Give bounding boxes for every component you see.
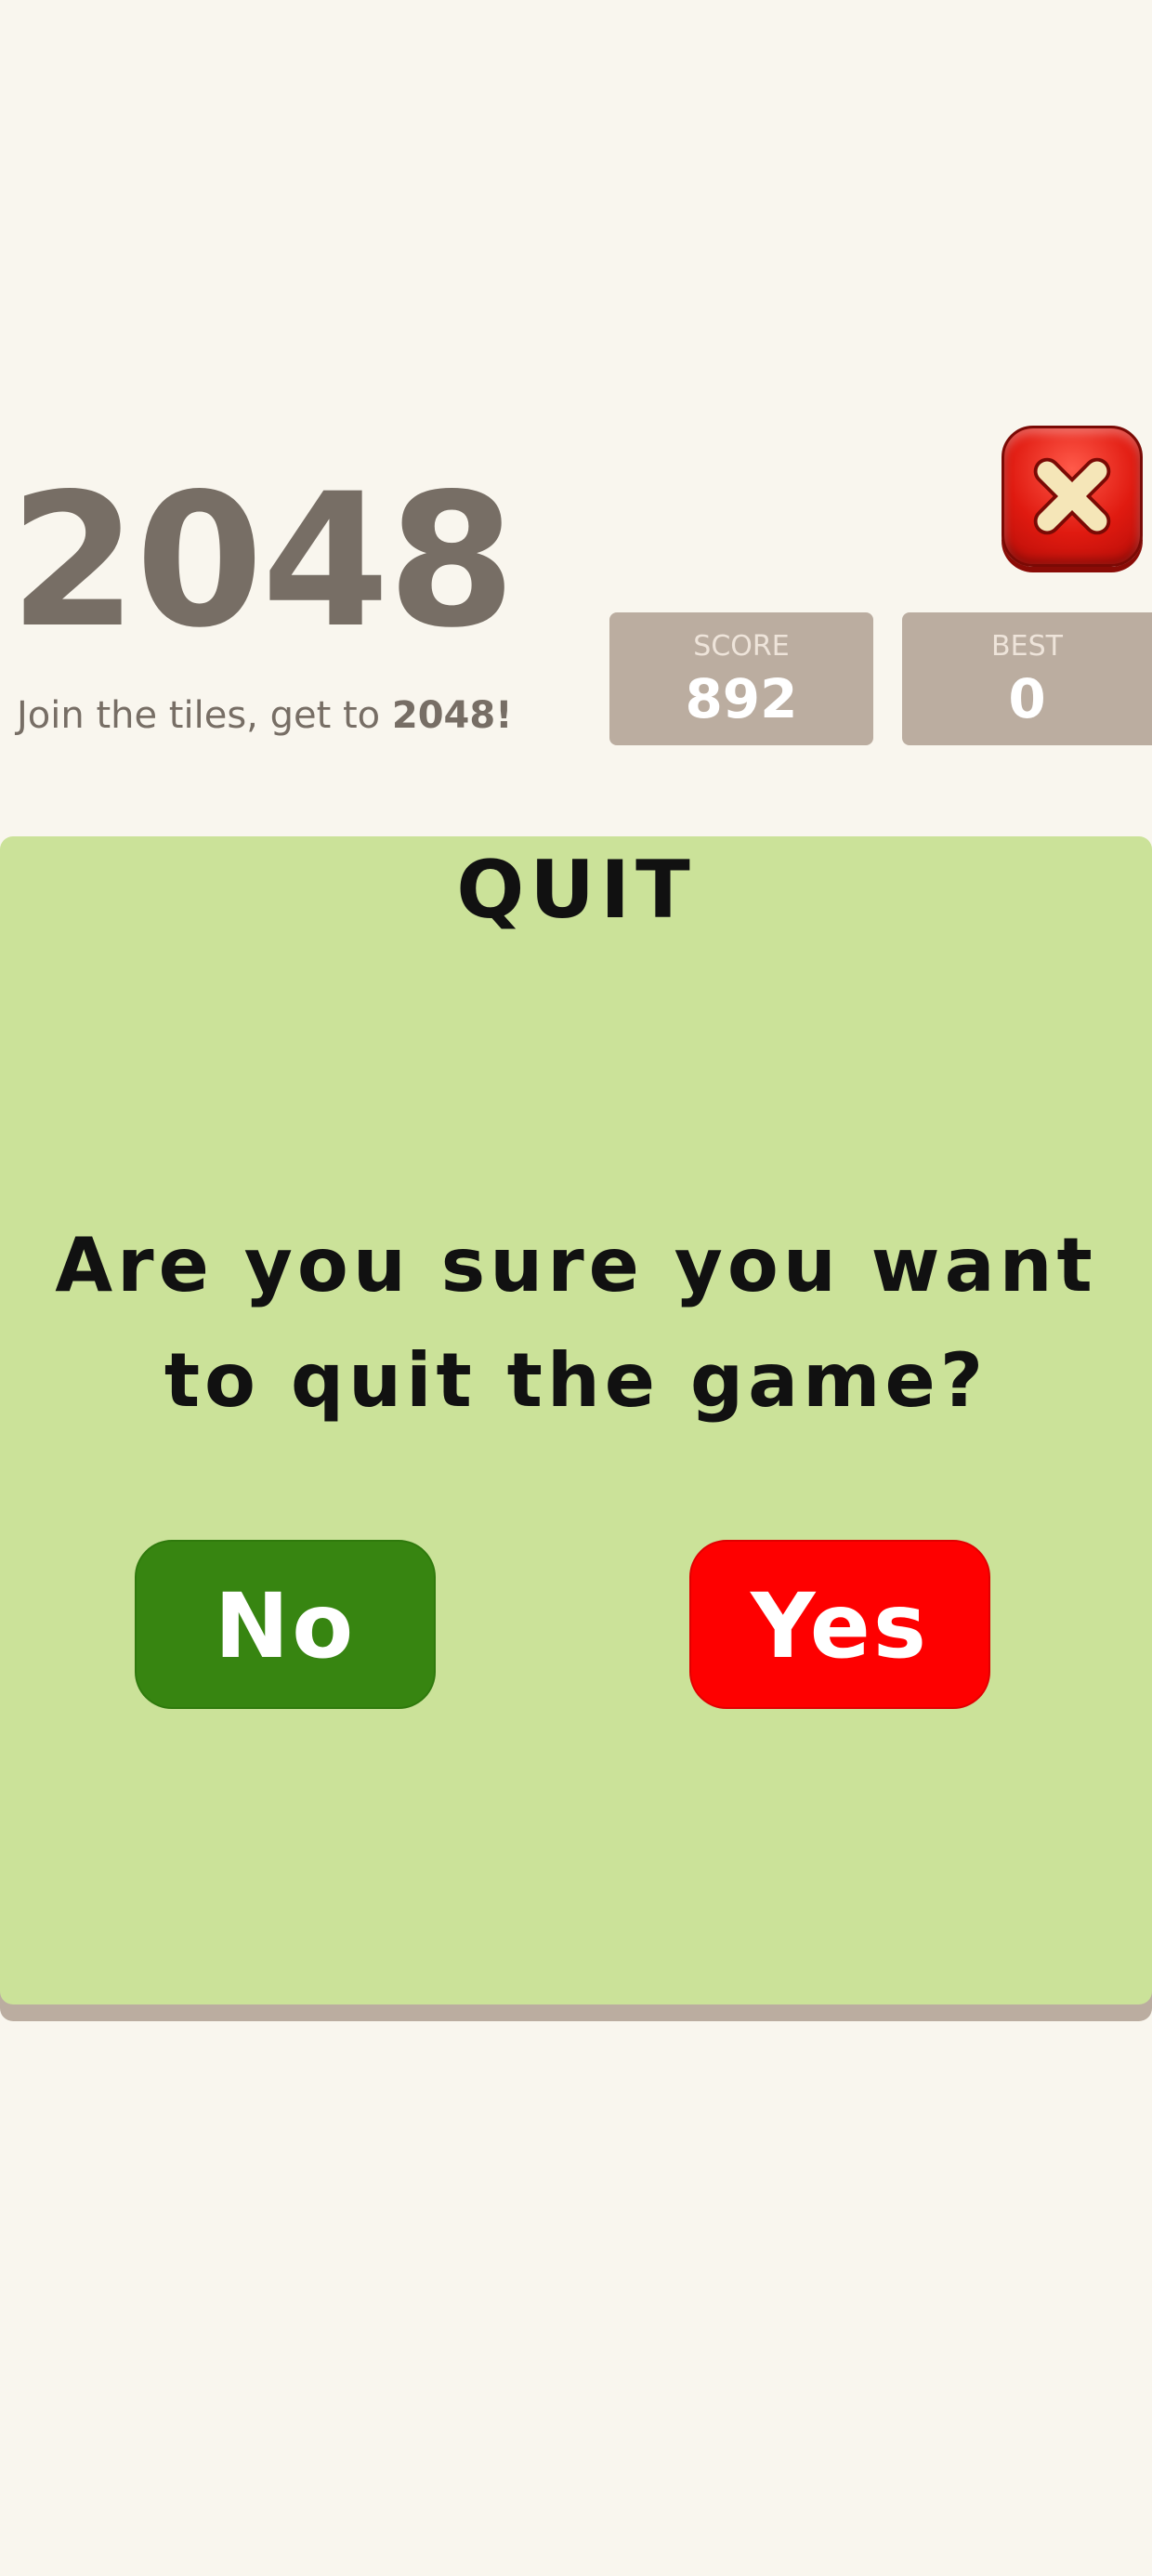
close-icon bbox=[1033, 457, 1111, 535]
subtitle-goal: 2048! bbox=[391, 694, 513, 737]
no-button[interactable]: No bbox=[135, 1540, 436, 1709]
dialog-message: Are you sure you want to quit the game? bbox=[55, 1222, 1097, 1424]
close-button[interactable] bbox=[1001, 426, 1143, 567]
best-value: 0 bbox=[1008, 667, 1046, 730]
score-value: 892 bbox=[685, 667, 798, 730]
score-label: SCORE bbox=[693, 630, 790, 663]
game-subtitle: Join the tiles, get to 2048! bbox=[17, 697, 512, 734]
best-label: BEST bbox=[991, 630, 1063, 663]
score-box: SCORE 892 bbox=[609, 612, 873, 745]
dialog-title: QUIT bbox=[456, 844, 696, 937]
best-score-box: BEST 0 bbox=[902, 612, 1152, 745]
yes-button[interactable]: Yes bbox=[689, 1540, 990, 1709]
subtitle-text: Join the tiles, get to bbox=[17, 694, 392, 737]
game-title: 2048 bbox=[9, 453, 516, 668]
